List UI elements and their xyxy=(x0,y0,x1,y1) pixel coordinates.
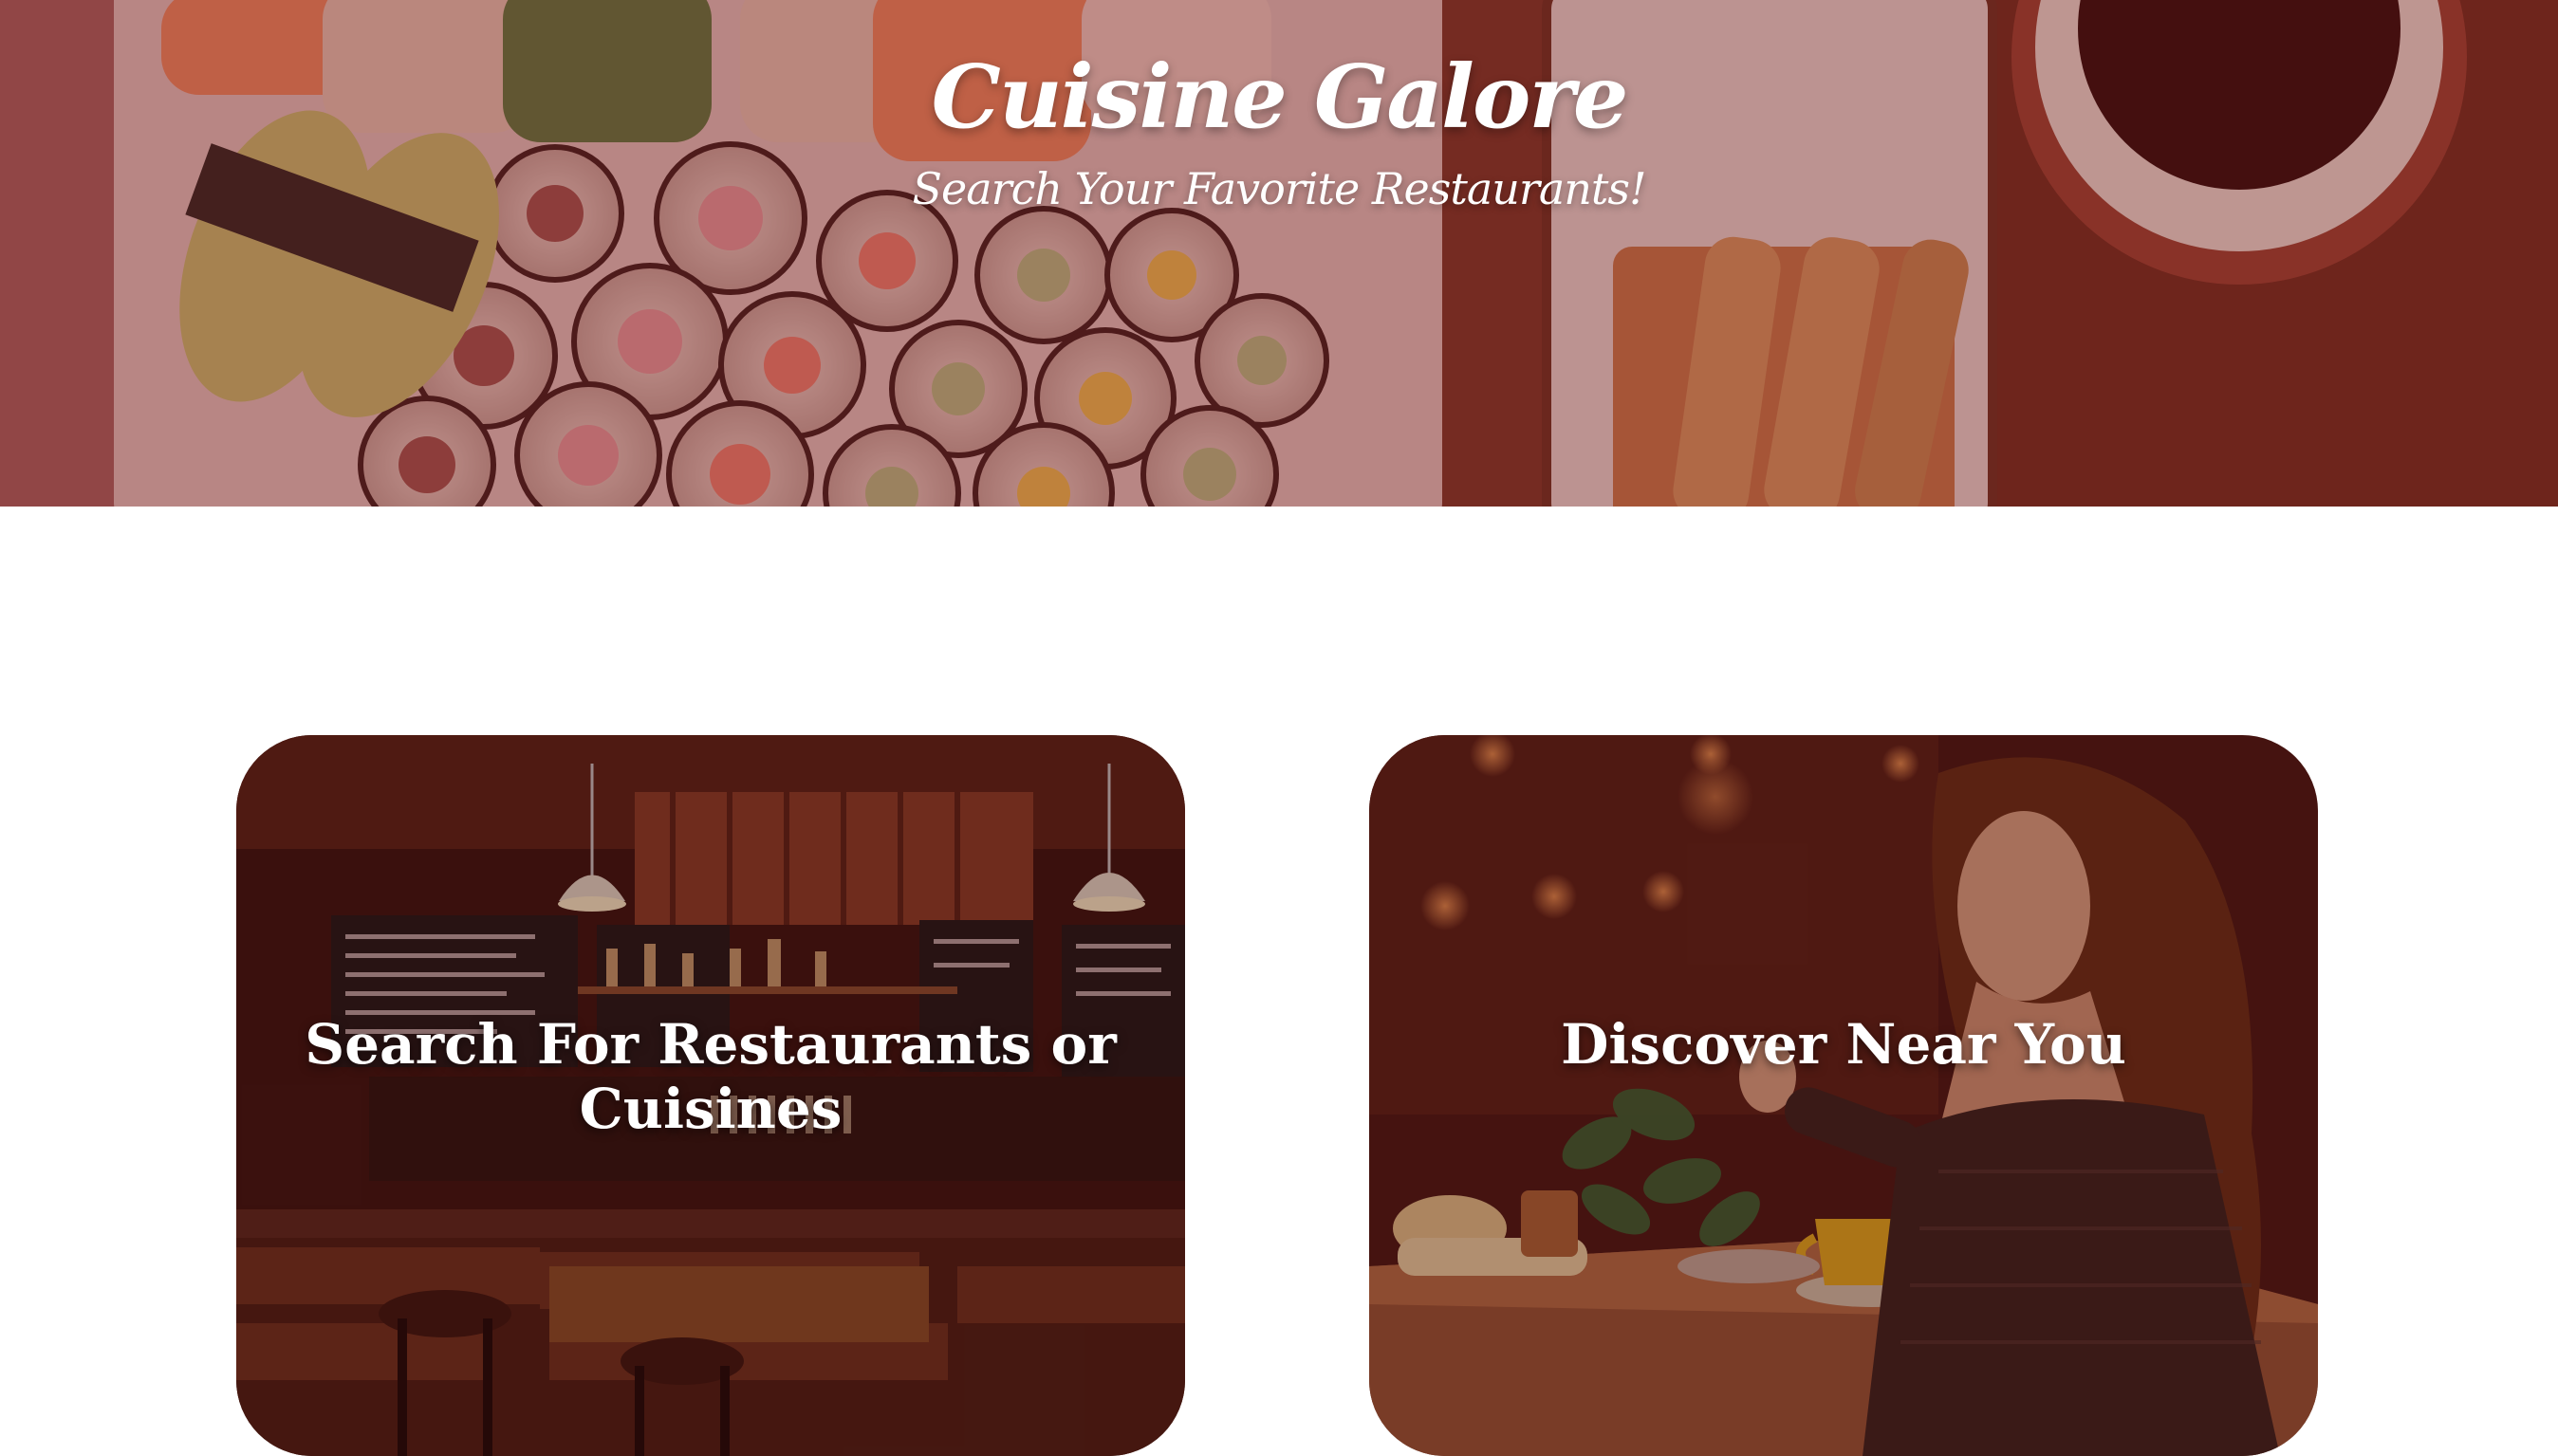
search-card-label: Search For Restaurants or Cuisines xyxy=(305,1012,1117,1141)
card-shade xyxy=(1369,735,2318,1456)
discover-card-label: Discover Near You xyxy=(1561,1012,2126,1077)
hero-banner: Cuisine Galore Search Your Favorite Rest… xyxy=(0,0,2558,507)
site-title: Cuisine Galore xyxy=(931,46,1629,148)
discover-near-you-card[interactable]: Discover Near You xyxy=(1369,735,2318,1456)
search-restaurants-card[interactable]: Search For Restaurants or Cuisines xyxy=(236,735,1185,1456)
site-subtitle: Search Your Favorite Restaurants! xyxy=(912,163,1646,214)
